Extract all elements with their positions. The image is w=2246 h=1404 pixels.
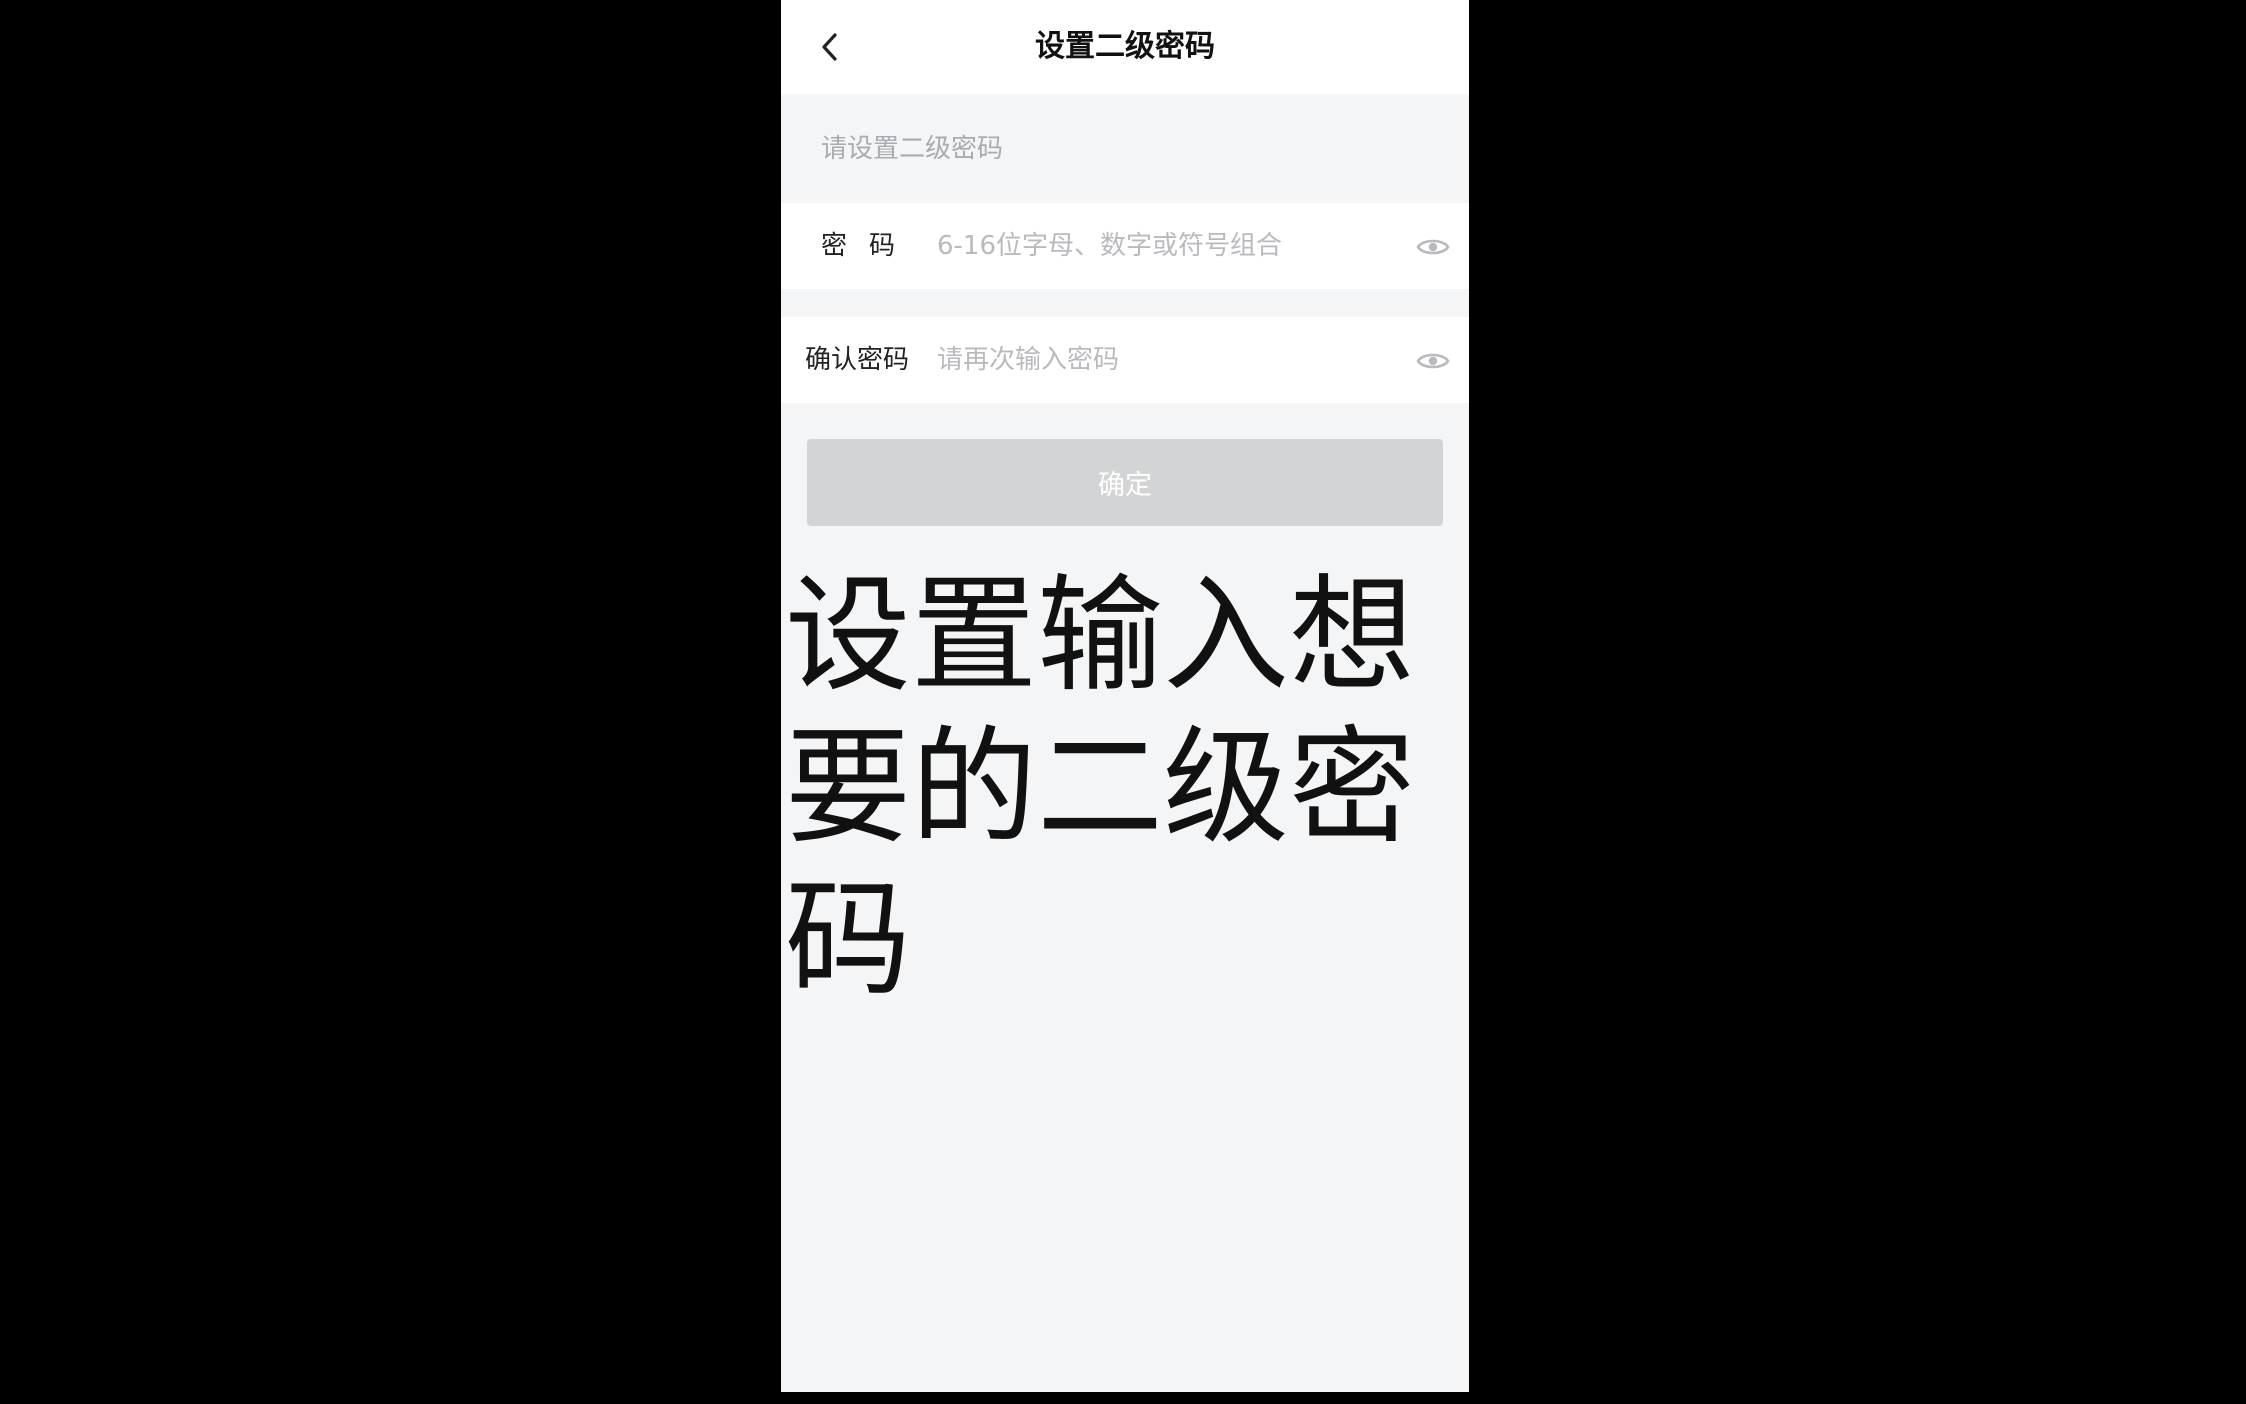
confirm-password-label: 确认密码 — [805, 345, 910, 375]
eye-icon — [1416, 353, 1450, 369]
chevron-left-icon — [822, 33, 837, 61]
password-label: 密码 — [821, 231, 918, 261]
password-row: 密码 — [781, 203, 1469, 289]
confirm-password-row: 确认密码 — [781, 317, 1469, 403]
overlay-caption: 设置输入想要的二级密码 — [785, 562, 1415, 1013]
page-title: 设置二级密码 — [1035, 29, 1215, 64]
confirm-password-input[interactable] — [937, 335, 1357, 385]
password-input[interactable] — [937, 221, 1357, 271]
eye-icon — [1416, 239, 1450, 255]
password-visibility-toggle[interactable] — [1415, 229, 1451, 265]
nav-bar: 设置二级密码 — [781, 0, 1469, 94]
confirm-button[interactable]: 确定 — [807, 439, 1443, 526]
back-button[interactable] — [807, 24, 853, 70]
confirm-password-visibility-toggle[interactable] — [1415, 343, 1451, 379]
phone-screen: 设置二级密码 请设置二级密码 密码 确认密码 确定 设置输入想要的二级密码 — [781, 0, 1469, 1392]
section-hint: 请设置二级密码 — [821, 134, 1004, 164]
